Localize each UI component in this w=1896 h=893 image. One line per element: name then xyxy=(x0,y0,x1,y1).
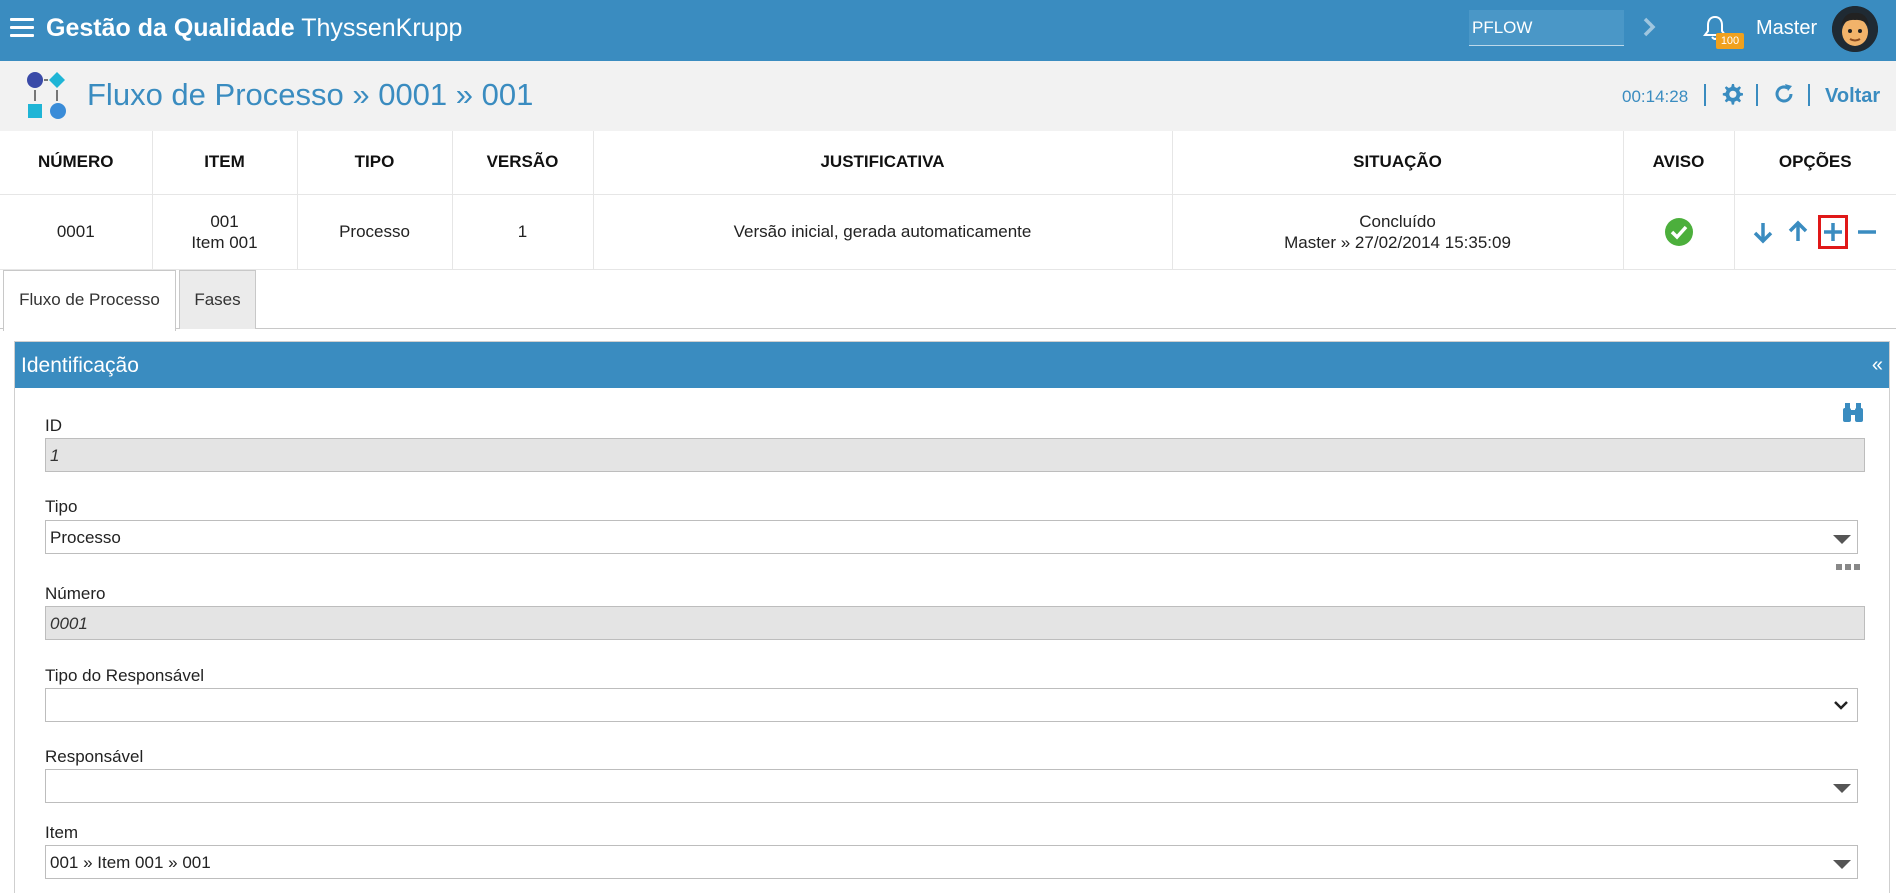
tab-bar: Fluxo de Processo Fases xyxy=(0,268,1896,331)
item-name: Item 001 xyxy=(191,232,258,252)
notification-badge: 100 xyxy=(1716,33,1744,49)
divider xyxy=(1704,84,1706,106)
divider xyxy=(1808,84,1810,106)
column-header: JUSTIFICATIVA xyxy=(593,131,1173,195)
tipo-responsavel-label: Tipo do Responsável xyxy=(45,666,205,685)
process-flow-icon xyxy=(26,71,76,121)
refresh-icon[interactable] xyxy=(1772,82,1796,106)
plus-icon[interactable] xyxy=(1817,214,1848,249)
column-header: VERSÃO xyxy=(452,131,594,195)
back-link[interactable]: Voltar xyxy=(1825,85,1880,108)
collapse-icon[interactable]: « xyxy=(1872,354,1883,377)
panel-title: Identificação xyxy=(21,354,139,377)
page-title: Fluxo de Processo » 0001 » 001 xyxy=(87,77,534,112)
item-code: 001 xyxy=(210,211,239,231)
divider xyxy=(1756,84,1758,106)
dropdown-caret-icon xyxy=(1833,784,1851,793)
version-table: NÚMERO ITEM TIPO VERSÃO JUSTIFICATIVA SI… xyxy=(0,131,1896,270)
cell-situacao: Concluído Master » 27/02/2014 15:35:09 xyxy=(1172,194,1624,270)
brand-company: ThyssenKrupp xyxy=(301,14,463,42)
responsavel-label: Responsável xyxy=(45,747,144,766)
column-header: TIPO xyxy=(297,131,453,195)
item-label: Item xyxy=(45,823,79,842)
situacao-status: Concluído xyxy=(1359,211,1436,231)
table-row[interactable]: 0001 001 Item 001 Processo 1 Versão inic… xyxy=(0,194,1896,270)
situacao-detail: Master » 27/02/2014 15:35:09 xyxy=(1284,232,1511,252)
numero-field: 0001 xyxy=(45,606,1865,640)
tipo-label: Tipo xyxy=(45,497,78,516)
tipo-responsavel-select[interactable] xyxy=(45,688,1858,722)
responsavel-select[interactable] xyxy=(45,769,1858,803)
column-header: AVISO xyxy=(1623,131,1735,195)
column-header: NÚMERO xyxy=(0,131,153,195)
arrow-up-icon[interactable] xyxy=(1783,215,1813,249)
numero-label: Número xyxy=(45,584,106,603)
user-name[interactable]: Master xyxy=(1756,17,1817,40)
id-label: ID xyxy=(45,416,62,435)
cell-versao: 1 xyxy=(452,194,594,270)
column-header: SITUAÇÃO xyxy=(1172,131,1624,195)
arrow-down-icon[interactable] xyxy=(1748,215,1778,249)
more-options-icon[interactable] xyxy=(1835,559,1861,570)
cell-item: 001 Item 001 xyxy=(152,194,298,270)
tab-fluxo-de-processo[interactable]: Fluxo de Processo xyxy=(3,270,176,331)
minus-icon[interactable] xyxy=(1852,215,1882,249)
dropdown-caret-icon xyxy=(1833,535,1851,544)
table-header-row: NÚMERO ITEM TIPO VERSÃO JUSTIFICATIVA SI… xyxy=(0,131,1896,195)
gear-icon[interactable] xyxy=(1720,82,1744,106)
cell-justificativa: Versão inicial, gerada automaticamente xyxy=(593,194,1173,270)
item-select[interactable]: 001 » Item 001 » 001 xyxy=(45,845,1858,879)
cell-opcoes xyxy=(1734,194,1896,270)
top-navbar: Gestão da Qualidade ThyssenKrupp PFLOW 1… xyxy=(0,0,1896,61)
cell-tipo: Processo xyxy=(297,194,453,270)
page-header: Fluxo de Processo » 0001 » 001 00:14:28 … xyxy=(0,61,1896,131)
column-header: OPÇÕES xyxy=(1734,131,1896,195)
tipo-select[interactable]: Processo xyxy=(45,520,1858,554)
item-value: 001 » Item 001 » 001 xyxy=(50,853,211,872)
cell-aviso xyxy=(1623,194,1735,270)
check-circle-icon xyxy=(1664,217,1693,246)
session-timer: 00:14:28 xyxy=(1622,87,1689,106)
app-brand: Gestão da Qualidade ThyssenKrupp xyxy=(46,14,462,43)
column-header: ITEM xyxy=(152,131,298,195)
brand-name: Gestão da Qualidade xyxy=(46,14,295,42)
chevron-right-icon[interactable] xyxy=(1640,12,1660,42)
search-input[interactable]: PFLOW xyxy=(1469,10,1624,46)
tipo-value: Processo xyxy=(50,528,121,547)
panel-header[interactable]: Identificação « xyxy=(15,342,1889,388)
id-field: 1 xyxy=(45,438,1865,472)
tab-fases[interactable]: Fases xyxy=(179,270,256,329)
chevron-down-icon xyxy=(1834,701,1848,710)
binoculars-icon[interactable] xyxy=(1841,402,1865,424)
avatar[interactable] xyxy=(1832,6,1878,52)
hamburger-menu-icon[interactable] xyxy=(10,18,34,38)
cell-numero: 0001 xyxy=(0,194,153,270)
dropdown-caret-icon xyxy=(1833,860,1851,869)
identificacao-panel: Identificação « ID 1 Tipo Processo Númer… xyxy=(14,341,1890,893)
